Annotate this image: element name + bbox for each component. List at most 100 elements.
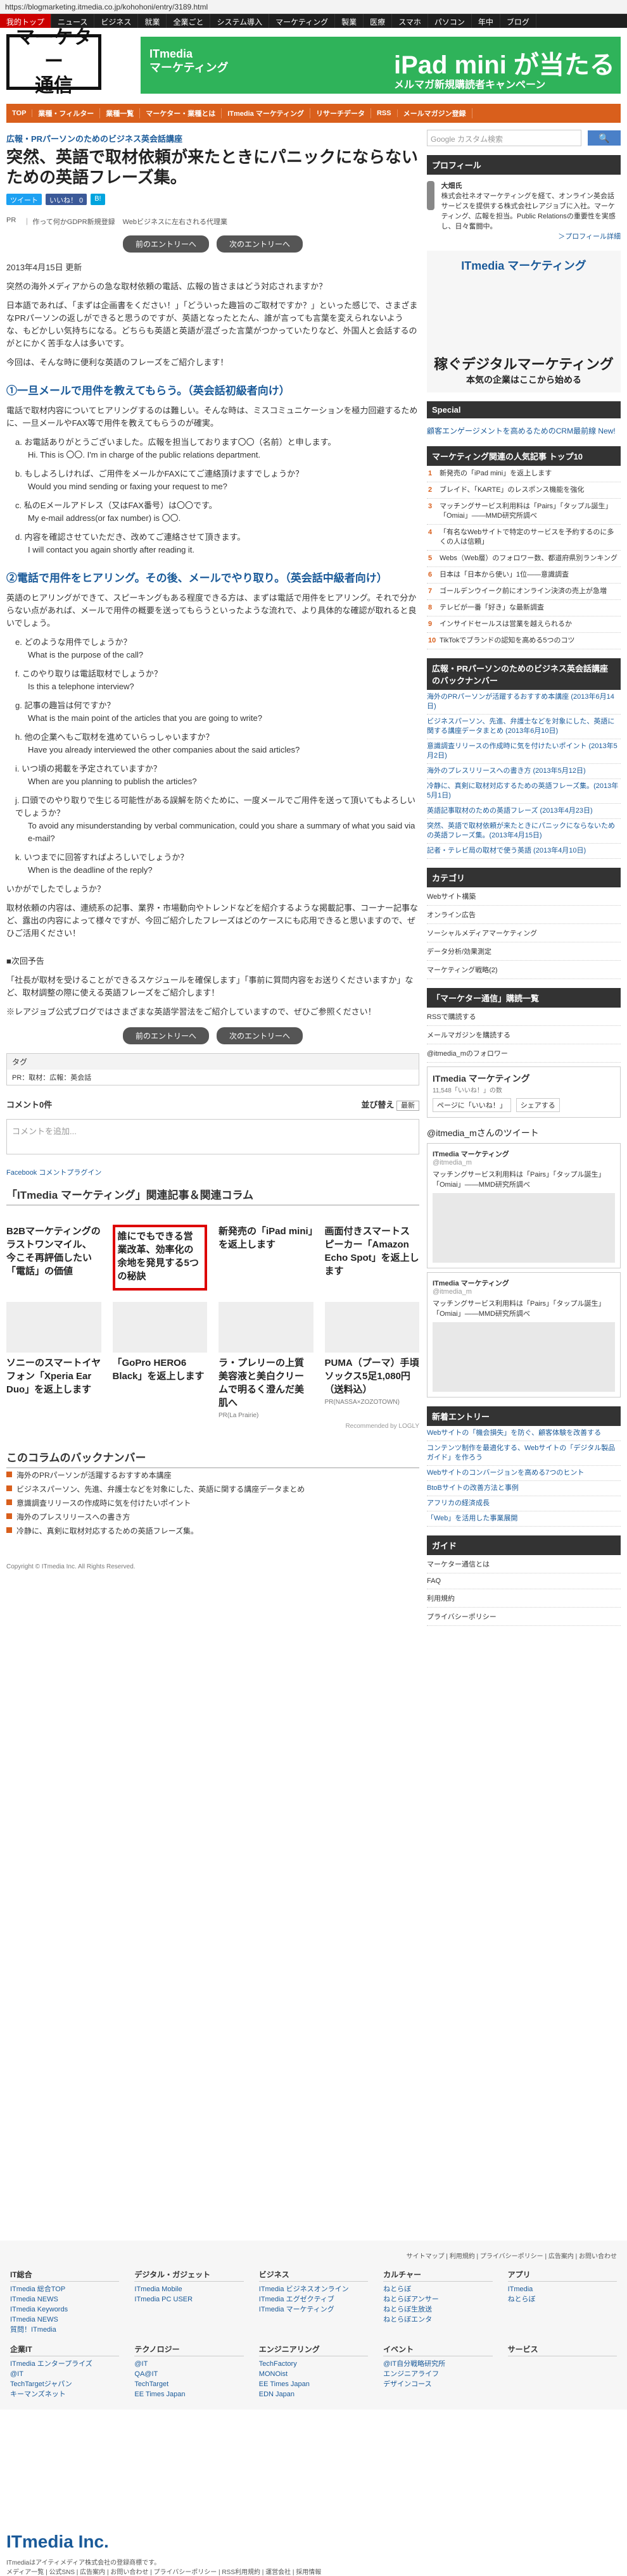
- search-input[interactable]: Google カスタム検索: [427, 130, 581, 146]
- pr-column-item[interactable]: 冷静に、真剣に取材対応するための英語フレーズ集。(2013年5月1日): [427, 779, 621, 804]
- ranking-item[interactable]: 2 ブレイド、「KARTE」のレスポンス機能を強化: [427, 482, 621, 499]
- ranking-item[interactable]: 1 新発売の「iPad mini」を返上します: [427, 466, 621, 482]
- ranking-item[interactable]: 6 日本は「日本から使い」1位――意識調査: [427, 567, 621, 584]
- tags-list[interactable]: PR：取材：広報：英会話: [7, 1070, 419, 1085]
- global-nav-item[interactable]: マーケティング: [269, 14, 336, 28]
- hatena-button[interactable]: B!: [91, 194, 105, 205]
- sub-nav-item[interactable]: ITmedia マーケティング: [222, 108, 310, 118]
- pr-column-item[interactable]: 意識調査リリースの作成時に気を付けたいポイント (2013年5月2日): [427, 739, 621, 764]
- pr-column-item[interactable]: 英語記事取材のための英語フレーズ (2013年4月23日): [427, 804, 621, 819]
- breadcrumb[interactable]: 広報・PRパーソンのためのビジネス英会話講座: [6, 132, 419, 144]
- new-item[interactable]: コンテンツ制作を最適化する、Webサイトの「デジタル製品ガイド」を作ろう: [427, 1441, 621, 1466]
- prev-entry-button[interactable]: 前のエントリーへ: [122, 1027, 209, 1044]
- category-item[interactable]: オンライン広告: [427, 906, 621, 924]
- sub-nav-item[interactable]: リサーチデータ: [310, 108, 371, 118]
- rss-item[interactable]: メールマガジンを購読する: [427, 1026, 621, 1044]
- footer-link[interactable]: ねとらぼ生放送: [383, 2304, 492, 2315]
- tweet-button[interactable]: ツイート: [6, 194, 42, 205]
- footer-link[interactable]: TechFactory: [259, 2359, 368, 2369]
- profile-more-link[interactable]: ＞プロフィール詳細: [441, 232, 621, 242]
- ranking-item[interactable]: 5 Webs（Web層）のフォロワー数、都道府県別ランキング: [427, 551, 621, 567]
- new-item[interactable]: Webサイトのコンバージョンを高める7つのヒント: [427, 1466, 621, 1481]
- sub-nav-item[interactable]: マーケター・業種とは: [140, 108, 222, 118]
- new-item[interactable]: 「Web」を活用した事業展開: [427, 1511, 621, 1527]
- fb-plugin-label[interactable]: Facebook コメントプラグイン: [6, 1167, 419, 1177]
- footer-link[interactable]: @IT: [10, 2369, 119, 2379]
- footer-link[interactable]: @IT: [134, 2359, 243, 2369]
- category-item[interactable]: Webサイト構築: [427, 887, 621, 906]
- global-nav-item[interactable]: ビジネス: [94, 14, 139, 28]
- footer-link[interactable]: ITmedia NEWS: [10, 2315, 119, 2325]
- global-nav-item[interactable]: パソコン: [428, 14, 472, 28]
- footer-link[interactable]: ITmedia PC USER: [134, 2294, 243, 2304]
- ranking-item[interactable]: 10 TikTokでブランドの認知を高める5つのコツ: [427, 633, 621, 649]
- related-card[interactable]: PUMA（プーマ）手頃ソックス5足1,080円（送料込） PR(NASSA×ZOZ…: [324, 1302, 419, 1419]
- footer-link[interactable]: ねとらぼ: [508, 2294, 617, 2304]
- footer-link[interactable]: ITmedia: [508, 2284, 617, 2294]
- blog-note[interactable]: ※レアジョブ公式ブログではさまざまな英語学習法をご紹介していますので、ぜひご参照…: [6, 1006, 419, 1018]
- next-entry-button[interactable]: 次のエントリーへ: [217, 235, 303, 253]
- sub-nav-item[interactable]: 業種・フィルター: [32, 108, 101, 118]
- like-button[interactable]: いいね！ 0: [46, 194, 87, 205]
- sub-nav-item[interactable]: 業種一覧: [100, 108, 141, 118]
- backnumber-item[interactable]: 海外のPRパーソンが活躍するおすすめ本講座: [6, 1468, 419, 1482]
- guide-item[interactable]: 利用規約: [427, 1589, 621, 1608]
- sub-nav-item[interactable]: TOP: [6, 109, 33, 117]
- footer-link[interactable]: 質問！ITmedia: [10, 2325, 119, 2335]
- footer-link[interactable]: MONOist: [259, 2369, 368, 2379]
- footer-link[interactable]: TechTargetジャパン: [10, 2379, 119, 2389]
- fb-page-name[interactable]: ITmedia マーケティング: [433, 1072, 615, 1085]
- global-nav-item[interactable]: 製業: [335, 14, 364, 28]
- footer-link[interactable]: ITmedia 総合TOP: [10, 2284, 119, 2294]
- footer-link[interactable]: デザインコース: [383, 2379, 492, 2389]
- related-card[interactable]: 誰にでもできる営業改革、効率化の余地を発見する5つの秘訣: [112, 1225, 207, 1291]
- sub-nav-item[interactable]: メールマガジン登録: [398, 108, 472, 118]
- related-card[interactable]: 新発売の「iPad mini」を返上します: [218, 1225, 314, 1291]
- category-item[interactable]: データ分析/効果測定: [427, 942, 621, 961]
- pr-column-item[interactable]: ビジネスパーソン、先進、弁護士などを対象にした、英語に関する講座データまとめ (…: [427, 715, 621, 739]
- itmedia-logo[interactable]: ITmedia Inc.: [6, 2532, 109, 2552]
- next-entry-button[interactable]: 次のエントリーへ: [217, 1027, 303, 1044]
- footer-link[interactable]: @IT自分戦略研究所: [383, 2359, 492, 2369]
- rss-item[interactable]: @itmedia_mのフォロワー: [427, 1044, 621, 1063]
- sub-nav-item[interactable]: RSS: [371, 109, 398, 117]
- backnumber-item[interactable]: 意識調査リリースの作成時に気を付けたいポイント: [6, 1496, 419, 1510]
- footer-link[interactable]: EE Times Japan: [134, 2389, 243, 2399]
- prev-entry-button[interactable]: 前のエントリーへ: [122, 235, 209, 253]
- tweet[interactable]: ITmedia マーケティング @itmedia_m マッチングサービス利用料は「P…: [427, 1143, 621, 1268]
- fb-like-page-button[interactable]: ページに「いいね！」: [433, 1098, 511, 1112]
- site-logo[interactable]: マーケター 通信: [6, 27, 101, 97]
- fb-share-button[interactable]: シェアする: [516, 1098, 560, 1112]
- footer-link[interactable]: ITmedia NEWS: [10, 2294, 119, 2304]
- tweet[interactable]: ITmedia マーケティング @itmedia_m マッチングサービス利用料は「P…: [427, 1272, 621, 1397]
- related-card[interactable]: 「GoPro HERO6 Black」を返上します: [112, 1302, 207, 1419]
- footer-link[interactable]: ねとらぼエンタ: [383, 2315, 492, 2325]
- special-link[interactable]: 顧客エンゲージメントを高めるためのCRM最前線 New!: [427, 425, 621, 437]
- pr-column-item[interactable]: 記者・テレビ局の取材で使う英語 (2013年4月10日): [427, 844, 621, 859]
- global-nav-item[interactable]: 医療: [364, 14, 393, 28]
- ranking-item[interactable]: 3 マッチングサービス利用料は「Pairs」「タップル誕生」「Omiai」――MM…: [427, 499, 621, 525]
- ranking-item[interactable]: 7 ゴールデンウイーク前にオンライン決済の売上が急増: [427, 584, 621, 600]
- pr-link[interactable]: ｜ 作って何かGDPR新規登録: [23, 216, 115, 227]
- pr-column-item[interactable]: 海外のPRパーソンが活躍するおすすめ本講座 (2013年6月14日): [427, 690, 621, 715]
- related-card[interactable]: 画面付きスマートスピーカー「Amazon Echo Spot」を返上します: [325, 1225, 420, 1291]
- footer-link[interactable]: ねとらぼ: [383, 2284, 492, 2294]
- ranking-item[interactable]: 8 テレビが一番「好き」な最新調査: [427, 600, 621, 616]
- pr-column-item[interactable]: 突然、英語で取材依頼が来たときにパニックにならないための英語フレーズ集。(201…: [427, 819, 621, 844]
- related-card[interactable]: ソニーのスマートイヤフォン「Xperia Ear Duo」を返上します: [6, 1302, 101, 1419]
- guide-item[interactable]: プライバシーポリシー: [427, 1608, 621, 1626]
- ranking-item[interactable]: 9 インサイドセールスは営業を越えられるか: [427, 616, 621, 633]
- backnumber-item[interactable]: ビジネスパーソン、先進、弁護士などを対象にした、英語に関する講座データまとめ: [6, 1482, 419, 1496]
- global-nav-item[interactable]: 全業ごと: [167, 14, 211, 28]
- itmedia-ad[interactable]: ITmedia マーケティング 稼ぐデジタルマーケティング 本気の企業はここから…: [427, 251, 621, 392]
- pr-column-item[interactable]: 海外のプレスリリースへの書き方 (2013年5月12日): [427, 764, 621, 779]
- footer-link[interactable]: TechTarget: [134, 2379, 243, 2389]
- new-item[interactable]: BtoBサイトの改善方法と事例: [427, 1481, 621, 1496]
- guide-item[interactable]: マーケター通信とは: [427, 1555, 621, 1573]
- footer-link[interactable]: ねとらぼアンサー: [383, 2294, 492, 2304]
- footer-link[interactable]: ITmedia ビジネスオンライン: [259, 2284, 368, 2294]
- rss-item[interactable]: RSSで購読する: [427, 1008, 621, 1026]
- backnumber-item[interactable]: 冷静に、真剣に取材対応するための英語フレーズ集。: [6, 1524, 419, 1538]
- pr-link[interactable]: Webビジネスに左右される代理業: [123, 216, 227, 227]
- footer-link[interactable]: ITmedia エンタープライズ: [10, 2359, 119, 2369]
